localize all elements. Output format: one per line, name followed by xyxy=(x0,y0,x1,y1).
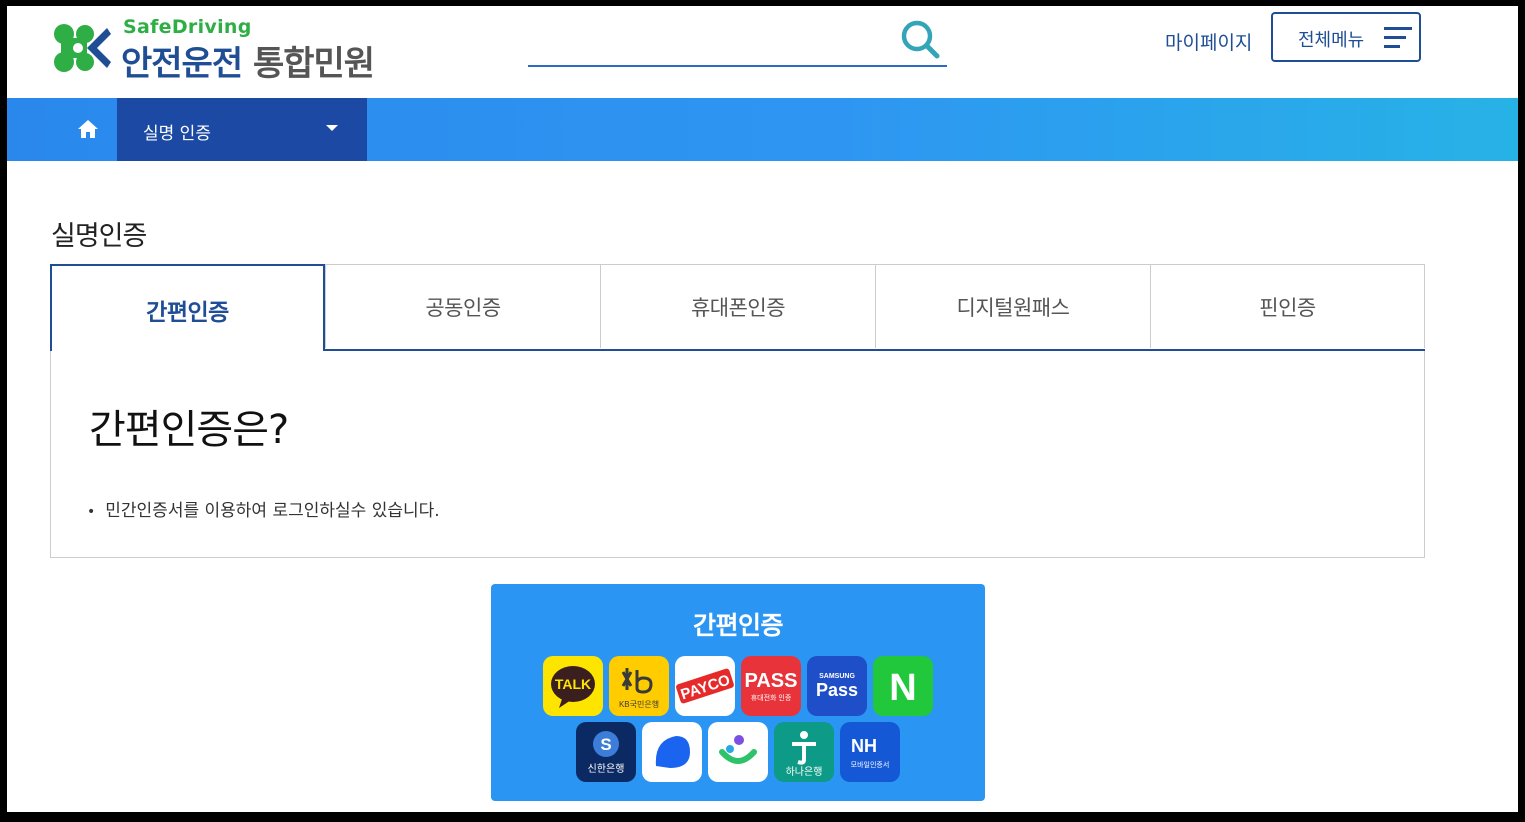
hana-bank-icon: 하나은행 xyxy=(774,722,834,782)
kb-bank-text: KB국민은행 xyxy=(619,699,659,709)
tab-digital-onepass[interactable]: 디지털원패스 xyxy=(875,264,1151,348)
tab-label: 휴대폰인증 xyxy=(690,296,786,320)
brand-english-name: SafeDriving xyxy=(123,16,252,38)
content-bullet: • 민간인증서를 이용하여 로그인하실수 있습니다. xyxy=(87,496,440,521)
tab-simple-auth[interactable]: 간편인증 xyxy=(50,264,325,351)
brand-korean-name: 안전운전 통합민원 xyxy=(121,36,375,85)
kb-bank-icon: KB국민은행 xyxy=(609,656,669,716)
nh-text: NH xyxy=(851,736,877,756)
tab-pin-auth[interactable]: 핀인증 xyxy=(1150,264,1425,348)
location-navbar: 실명 인증 xyxy=(7,98,1518,161)
pass-icon: PASS 휴대전화 인증 xyxy=(741,656,801,716)
brand-main-text: 안전운전 xyxy=(121,44,243,84)
home-button[interactable] xyxy=(61,98,117,161)
kakao-talk-text: TALK xyxy=(555,676,591,692)
samsung-pass-icon: SAMSUNG Pass xyxy=(807,656,867,716)
samsung-sub-text: SAMSUNG xyxy=(819,673,855,680)
bullet-icon: • xyxy=(87,504,96,520)
breadcrumb-dropdown[interactable]: 실명 인증 xyxy=(117,98,367,161)
page-frame: SafeDriving 안전운전 통합민원 마이페이지 전체메뉴 실명 인증 실… xyxy=(7,6,1518,812)
site-logo[interactable]: SafeDriving 안전운전 통합민원 xyxy=(51,14,411,84)
tab-content-panel: 간편인증은? • 민간인증서를 이용하여 로그인하실수 있습니다. xyxy=(50,351,1425,558)
tab-label: 디지털원패스 xyxy=(956,296,1070,320)
all-menu-label: 전체메뉴 xyxy=(1298,30,1365,51)
page-title: 실명인증 xyxy=(51,221,147,252)
shinhan-text: 신한은행 xyxy=(588,763,625,775)
easy-auth-title: 간편인증 xyxy=(692,611,784,640)
bullet-text: 민간인증서를 이용하여 로그인하실수 있습니다. xyxy=(105,501,440,521)
naver-text: N xyxy=(889,667,916,709)
hamburger-icon xyxy=(1384,27,1412,48)
hana-text: 하나은행 xyxy=(786,765,823,778)
clover-logo-icon xyxy=(54,24,111,72)
tab-joint-cert[interactable]: 공동인증 xyxy=(325,264,601,348)
auth-tabs: 간편인증 공동인증 휴대폰인증 디지털원패스 핀인증 xyxy=(50,264,1425,351)
mypage-link[interactable]: 마이페이지 xyxy=(1165,28,1252,55)
tab-label: 핀인증 xyxy=(1259,296,1316,320)
search-bar xyxy=(528,18,947,67)
easy-auth-panel[interactable]: 간편인증 TALK KB국민은행 PAYCO PASS 휴대전화 인증 SAMS… xyxy=(491,584,985,801)
breadcrumb-label: 실명 인증 xyxy=(143,124,211,144)
samsung-pass-text: Pass xyxy=(816,680,858,700)
pass-sub-text: 휴대전화 인증 xyxy=(751,693,792,702)
tab-label: 공동인증 xyxy=(425,296,501,320)
shinhan-bank-icon: S 신한은행 xyxy=(576,722,636,782)
tab-label: 간편인증 xyxy=(146,300,229,326)
bank-salad-icon xyxy=(708,722,768,782)
search-icon xyxy=(901,20,940,59)
tab-mobile-auth[interactable]: 휴대폰인증 xyxy=(600,264,876,348)
search-input[interactable] xyxy=(528,18,892,64)
payco-icon: PAYCO xyxy=(675,656,735,716)
brand-sub-text: 통합민원 xyxy=(252,44,375,84)
pass-text: PASS xyxy=(745,670,798,692)
kakao-talk-icon: TALK xyxy=(543,656,603,716)
all-menu-button[interactable]: 전체메뉴 xyxy=(1271,12,1421,62)
naver-icon: N xyxy=(873,656,933,716)
home-icon xyxy=(78,120,98,138)
chevron-down-icon xyxy=(326,125,338,131)
nh-icon: NH 모바일인증서 xyxy=(840,722,900,782)
toss-icon xyxy=(642,722,702,782)
nh-sub-text: 모바일인증서 xyxy=(851,760,890,769)
search-button[interactable] xyxy=(899,18,943,62)
content-heading: 간편인증은? xyxy=(89,407,289,453)
svg-text:S: S xyxy=(600,735,611,754)
